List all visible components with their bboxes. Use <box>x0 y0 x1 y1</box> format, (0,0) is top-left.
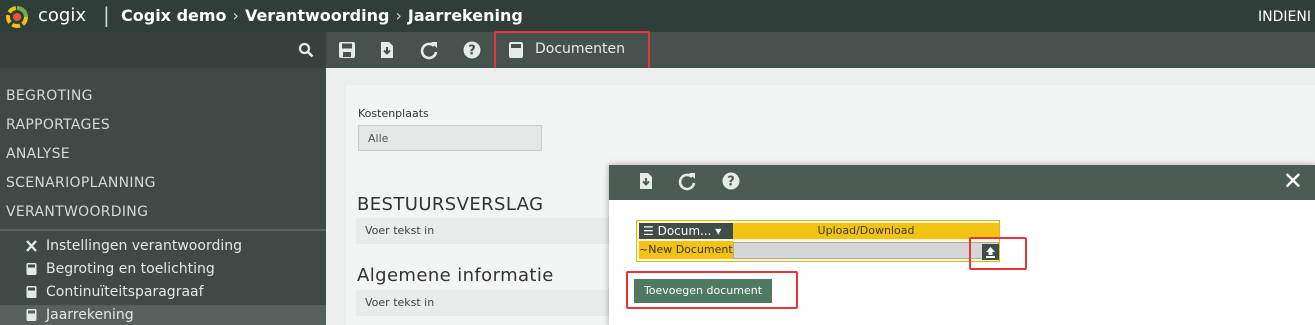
svg-text:?: ? <box>468 44 476 59</box>
document-icon <box>26 309 37 321</box>
sidebar-subitem-jaarrekening[interactable]: Jaarrekening <box>0 305 326 325</box>
new-document-name[interactable]: ~New Document <box>639 241 733 259</box>
breadcrumb-separator: › <box>232 6 239 25</box>
download-icon[interactable] <box>636 171 656 191</box>
refresh-icon[interactable] <box>419 40 439 60</box>
breadcrumb-separator: › <box>395 6 402 25</box>
refresh-icon[interactable] <box>677 171 697 191</box>
breadcrumb-item[interactable]: Cogix demo <box>121 6 227 25</box>
brand-name: cogix <box>38 5 86 26</box>
section-title-algemene-informatie: Algemene informatie <box>357 265 554 286</box>
brand-separator: | <box>103 3 110 27</box>
sidebar-search-bar <box>0 32 326 68</box>
sidebar-subitem-label: Instellingen verantwoording <box>46 238 242 254</box>
sidebar-subitem-instellingen[interactable]: Instellingen verantwoording <box>0 236 326 259</box>
cost-center-select[interactable]: Alle <box>358 125 542 151</box>
sidebar-item-rapportages[interactable]: RAPPORTAGES <box>6 117 156 146</box>
modal-toolbar: ? ✕ <box>609 165 1315 200</box>
highlight-box-add-document <box>626 271 798 309</box>
sidebar-subitem-label: Continuïteitsparagraaf <box>46 284 204 300</box>
toolbar: ? Documenten <box>326 32 1315 68</box>
top-bar: cogix | Cogix demo › Verantwoording › Jaarre… <box>0 0 1315 32</box>
sidebar-subitem-label: Begroting en toelichting <box>46 261 215 277</box>
breadcrumb: Cogix demo › Verantwoording › Jaarrekening <box>121 6 523 25</box>
submit-menu-label[interactable]: INDIENI <box>1258 9 1311 25</box>
sidebar-subitem-begroting-toelichting[interactable]: Begroting en toelichting <box>0 259 326 282</box>
document-icon <box>26 286 37 298</box>
file-path-field[interactable] <box>733 242 999 259</box>
sidebar-subitem-continuiteit[interactable]: Continuïteitsparagraaf <box>0 282 326 305</box>
sidebar-subitem-label: Jaarrekening <box>46 307 134 323</box>
breadcrumb-item-current: Jaarrekening <box>407 6 523 25</box>
download-icon[interactable] <box>377 40 397 60</box>
document-icon <box>26 263 37 275</box>
cogix-logo-icon <box>6 6 28 28</box>
upload-download-header: Upload/Download <box>733 223 999 239</box>
save-icon[interactable] <box>337 40 357 60</box>
highlight-box-upload <box>969 237 1027 270</box>
section-title-bestuursverslag: BESTUURSVERSLAG <box>357 194 544 215</box>
sidebar-item-scenarioplanning[interactable]: SCENARIOPLANNING <box>6 175 156 204</box>
search-icon[interactable] <box>298 42 314 58</box>
cost-center-label: Kostenplaats <box>358 107 429 120</box>
sidebar-divider <box>0 229 326 231</box>
sidebar-menu: BEGROTING RAPPORTAGES ANALYSE SCENARIOPL… <box>6 88 156 233</box>
sidebar: BEGROTING RAPPORTAGES ANALYSE SCENARIOPL… <box>0 32 326 325</box>
documents-table: ☰ Docum... ▾ Upload/Download ~New Docume… <box>636 220 1000 262</box>
documents-column-menu[interactable]: ☰ Docum... ▾ <box>639 223 733 239</box>
sidebar-item-analyse[interactable]: ANALYSE <box>6 146 156 175</box>
tools-icon <box>26 240 37 252</box>
help-icon[interactable]: ? <box>462 40 482 60</box>
breadcrumb-item[interactable]: Verantwoording <box>245 6 390 25</box>
sidebar-submenu: Instellingen verantwoording Begroting en… <box>0 236 326 325</box>
help-icon[interactable]: ? <box>721 171 741 191</box>
sidebar-item-begroting[interactable]: BEGROTING <box>6 88 156 117</box>
highlight-box-documents <box>494 31 650 73</box>
svg-text:?: ? <box>727 175 735 190</box>
close-icon[interactable]: ✕ <box>1283 167 1303 195</box>
